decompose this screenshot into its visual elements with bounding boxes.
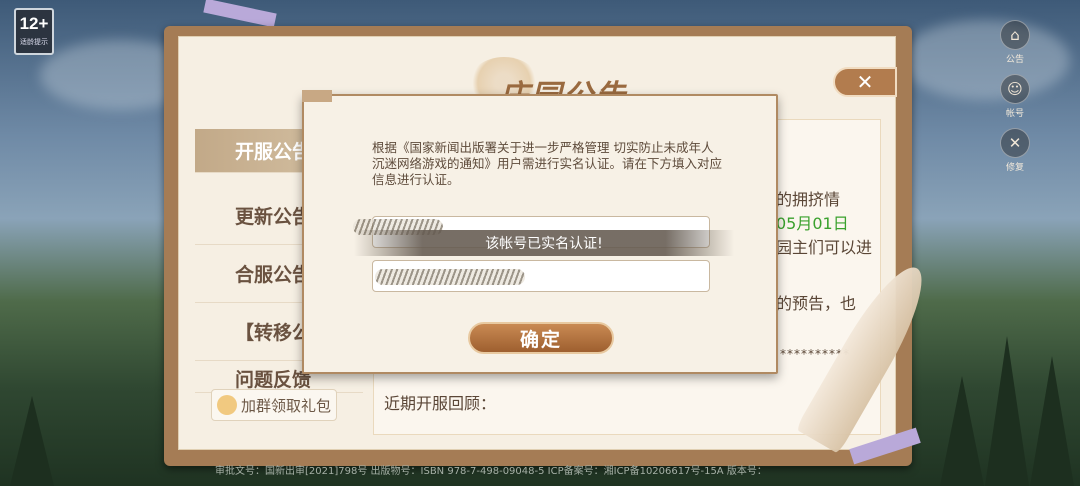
account-button[interactable]: ☺ 帐号 <box>1000 74 1030 119</box>
background-cloud <box>900 20 1070 100</box>
age-rating-label: 适龄提示 <box>20 38 48 46</box>
join-group-label: 加群领取礼包 <box>240 396 331 415</box>
content-text: 的拥挤情 <box>776 190 841 209</box>
account-icon: ☺ <box>1000 74 1030 104</box>
background-tree <box>985 336 1029 486</box>
confirm-button[interactable]: 确定 <box>468 322 614 354</box>
qq-icon <box>216 395 237 415</box>
age-rating: 12+ <box>19 14 49 33</box>
ribbon-decoration <box>203 0 277 28</box>
footer-license: 审批文号：国新出审[2021]798号 出版物号：ISBN 978-7-498-… <box>215 466 767 477</box>
announcement-icon: ⌂ <box>1000 20 1030 50</box>
content-history-title: 近期开服回顾： <box>384 394 497 413</box>
background-tree <box>1030 356 1074 486</box>
verified-toast: 该帐号已实名认证! <box>354 230 734 256</box>
content-text: 园主们可以进 <box>776 238 873 257</box>
repair-label: 修复 <box>1005 163 1024 173</box>
announcement-button[interactable]: ⌂ 公告 <box>1000 20 1030 65</box>
join-group-button[interactable]: 加群领取礼包 <box>211 389 337 421</box>
real-name-notice: 根据《国家新闻出版署关于进一步严格管理 切实防止未成年人沉迷网络游戏的通知》用户… <box>372 140 723 187</box>
close-button[interactable]: ✕ <box>833 67 897 97</box>
account-label: 帐号 <box>1005 109 1024 119</box>
close-icon: ✕ <box>856 70 874 94</box>
background-tree <box>10 396 54 486</box>
content-date: 05月01日 <box>776 214 849 233</box>
announcement-label: 公告 <box>1005 55 1024 65</box>
repair-button[interactable]: ✕ 修复 <box>1000 128 1030 173</box>
dialog-corner <box>302 90 332 102</box>
background-tree <box>940 376 984 486</box>
age-rating-badge[interactable]: 12+ 适龄提示 <box>14 8 54 55</box>
real-name-dialog: 根据《国家新闻出版署关于进一步严格管理 切实防止未成年人沉迷网络游戏的通知》用户… <box>302 90 778 374</box>
id-number-field[interactable] <box>372 260 710 292</box>
content-text: 的预告，也 <box>776 294 857 313</box>
redaction-scribble <box>375 269 525 285</box>
repair-icon: ✕ <box>1000 128 1030 158</box>
